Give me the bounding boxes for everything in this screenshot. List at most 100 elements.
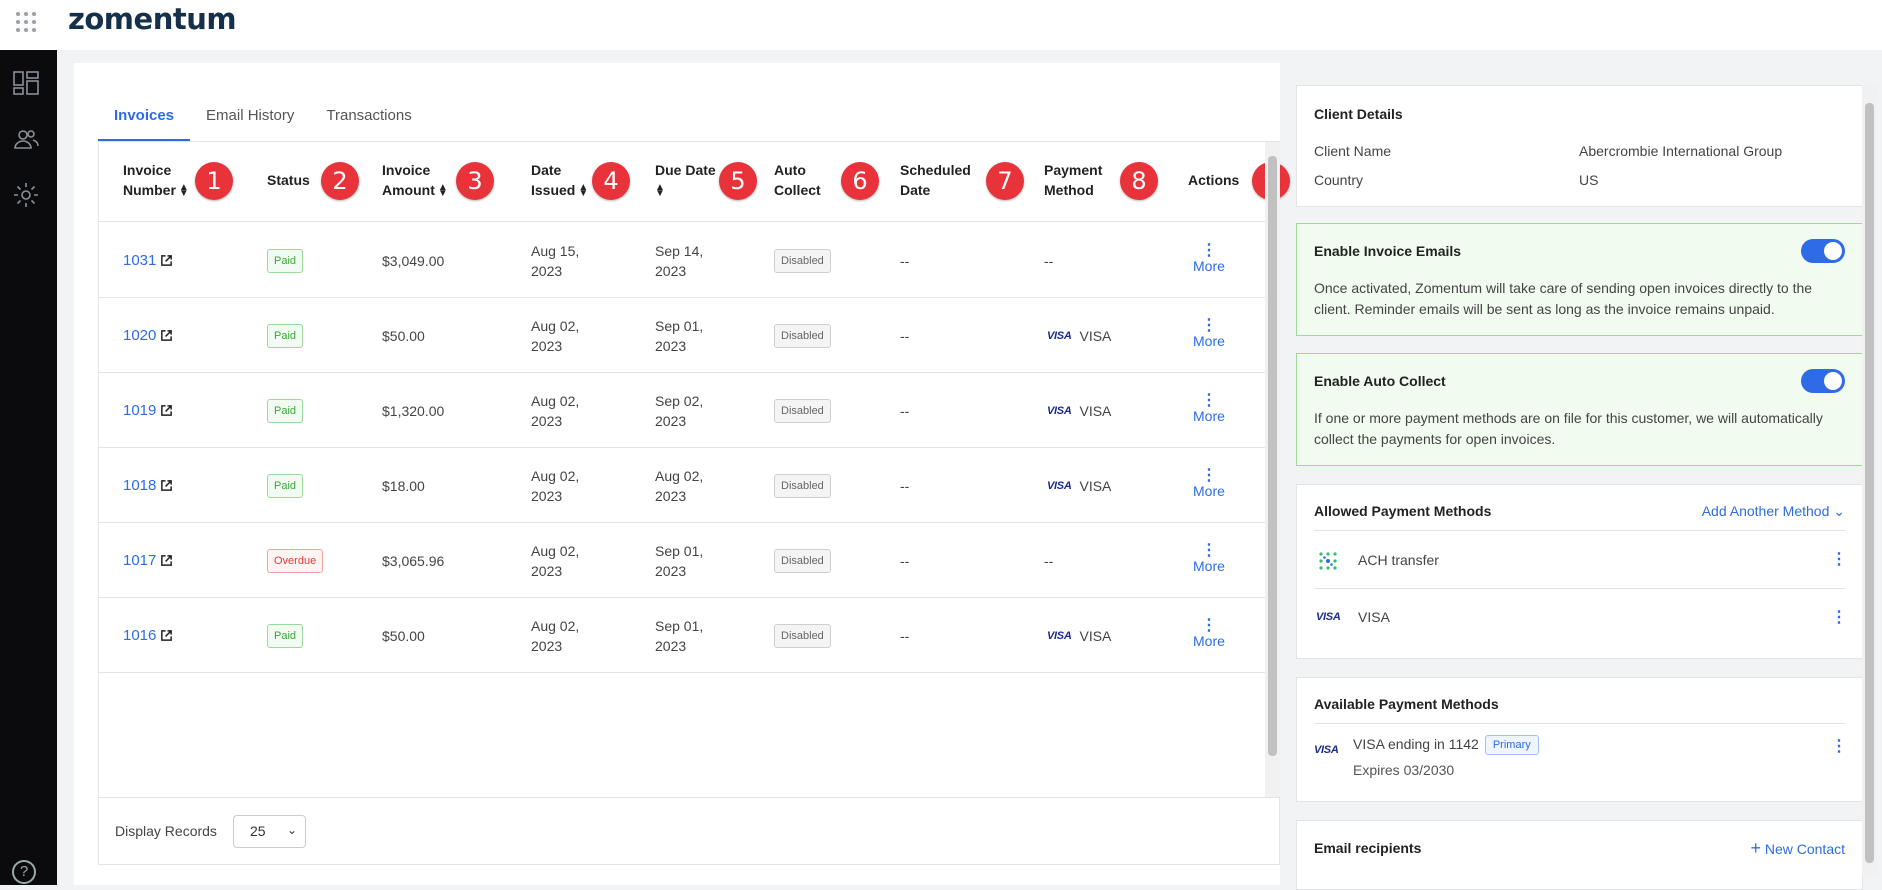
tab-transactions[interactable]: Transactions	[310, 103, 427, 141]
header-invoice-amount[interactable]: Invoice Amount ▲ ▼	[382, 160, 448, 200]
invoice-emails-card: Enable Invoice Emails Once activated, Zo…	[1296, 223, 1863, 336]
tab-email-history[interactable]: Email History	[190, 103, 310, 141]
table-row: 1018 Paid $18.00 Aug 02, 2023 Aug 02, 2023…	[99, 448, 1265, 523]
invoices-table: Invoice Number ▲ ▼ 1 Status 2 Invoice Amount…	[98, 141, 1290, 865]
annotation-badge-2: 2	[321, 162, 359, 200]
annotation-badge-4: 4	[592, 162, 630, 200]
scrollbar-thumb[interactable]	[1268, 156, 1277, 756]
external-link-icon[interactable]	[160, 479, 173, 492]
right-panel-scrollbar[interactable]	[1862, 85, 1877, 875]
invoice-number-link[interactable]: 1017	[123, 551, 156, 571]
external-link-icon[interactable]	[160, 329, 173, 342]
payment-method: VISA VISA	[1047, 627, 1112, 644]
country-label: Country	[1314, 172, 1364, 188]
zomentum-logo[interactable]: zomentum	[68, 2, 237, 36]
kebab-icon: ⋮	[1200, 241, 1217, 259]
date-issued: Aug 15, 2023	[531, 242, 580, 279]
header-date-issued[interactable]: Date Issued ▲ ▼	[531, 160, 588, 200]
card-kebab-icon[interactable]: ⋮	[1831, 739, 1847, 755]
visa-icon: VISA	[1314, 744, 1339, 756]
table-row: 1017 Overdue $3,065.96 Aug 02, 2023 Sep 0…	[99, 523, 1265, 598]
auto-collect-badge: Disabled	[774, 548, 831, 573]
invoice-number-link[interactable]: 1031	[123, 251, 156, 271]
header-invoice-number[interactable]: Invoice Number ▲ ▼	[123, 160, 189, 200]
tab-invoices[interactable]: Invoices	[98, 103, 191, 141]
plus-icon: +	[1750, 838, 1761, 858]
table-header: Invoice Number ▲ ▼ 1 Status 2 Invoice Amount…	[99, 142, 1290, 222]
add-another-method-button[interactable]: Add Another Method ⌄	[1702, 503, 1845, 520]
table-row: 1019 Paid $1,320.00 Aug 02, 2023 Sep 02, 2…	[99, 373, 1265, 448]
payment-method: --	[1044, 552, 1054, 569]
sort-icon[interactable]: ▲ ▼	[438, 183, 448, 199]
status-badge: Overdue	[267, 548, 324, 573]
invoice-amount: $50.00	[382, 627, 425, 644]
due-date: Sep 01, 2023	[655, 617, 704, 654]
date-issued: Aug 02, 2023	[531, 542, 580, 579]
visa-card-label: VISA ending in 1142 Primary	[1353, 735, 1539, 755]
dashboard-icon[interactable]	[12, 69, 40, 97]
apps-grid-icon[interactable]	[14, 10, 38, 34]
chevron-down-icon: ⌄	[286, 823, 297, 837]
annotation-badge-8: 8	[1120, 162, 1158, 200]
client-details-title: Client Details	[1314, 106, 1403, 122]
more-actions-button[interactable]: ⋮ More	[1193, 523, 1225, 598]
scheduled-date: --	[900, 327, 910, 344]
invoice-number-link[interactable]: 1018	[123, 476, 156, 496]
scrollbar-thumb[interactable]	[1865, 103, 1874, 863]
date-issued: Aug 02, 2023	[531, 467, 580, 504]
more-actions-button[interactable]: ⋮ More	[1193, 598, 1225, 673]
divider	[1314, 588, 1845, 589]
invoice-number-link[interactable]: 1020	[123, 326, 156, 346]
help-icon[interactable]: ?	[12, 860, 36, 884]
status-badge: Paid	[267, 398, 304, 423]
payment-method: VISA VISA	[1047, 327, 1112, 344]
external-link-icon[interactable]	[160, 629, 173, 642]
new-contact-button[interactable]: + New Contact	[1750, 838, 1845, 859]
invoice-emails-text: Once activated, Zomentum will take care …	[1314, 280, 1813, 317]
payment-method: VISA VISA	[1047, 402, 1112, 419]
status-badge: Paid	[267, 323, 304, 348]
more-actions-button[interactable]: ⋮ More	[1193, 298, 1225, 373]
available-methods-title: Available Payment Methods	[1314, 696, 1499, 712]
invoice-number-link[interactable]: 1019	[123, 401, 156, 421]
more-actions-button[interactable]: ⋮ More	[1193, 223, 1225, 298]
auto-collect-badge: Disabled	[774, 473, 831, 498]
sort-icon[interactable]: ▲ ▼	[179, 183, 189, 199]
more-actions-button[interactable]: ⋮ More	[1193, 373, 1225, 448]
sort-icon[interactable]: ▲ ▼	[655, 183, 665, 199]
invoice-number-link[interactable]: 1016	[123, 626, 156, 646]
external-link-icon[interactable]	[160, 254, 173, 267]
sort-icon[interactable]: ▲ ▼	[578, 183, 588, 199]
due-date: Sep 14, 2023	[655, 242, 704, 279]
ach-kebab-icon[interactable]: ⋮	[1831, 552, 1847, 568]
left-sidebar: ?	[0, 50, 57, 885]
status-badge: Paid	[267, 623, 304, 648]
table-scrollbar[interactable]	[1265, 142, 1280, 797]
external-link-icon[interactable]	[160, 554, 173, 567]
more-actions-button[interactable]: ⋮ More	[1193, 448, 1225, 523]
header-payment-method: Payment Method	[1044, 162, 1103, 198]
country-value: US	[1579, 172, 1599, 188]
status-badge: Paid	[267, 473, 304, 498]
client-name-value: Abercrombie International Group	[1579, 143, 1783, 159]
table-row: 1016 Paid $50.00 Aug 02, 2023 Sep 01, 2023…	[99, 598, 1265, 673]
tab-bar: Invoices Email History Transactions	[98, 103, 428, 141]
table-row: 1020 Paid $50.00 Aug 02, 2023 Sep 01, 2023…	[99, 298, 1265, 373]
visa-icon: VISA	[1047, 479, 1072, 492]
annotation-badge-1: 1	[195, 162, 233, 200]
invoice-emails-toggle[interactable]	[1801, 239, 1845, 263]
display-records-select[interactable]: 25 ⌄	[233, 815, 306, 848]
status-badge: Paid	[267, 248, 304, 273]
external-link-icon[interactable]	[160, 404, 173, 417]
visa-kebab-icon[interactable]: ⋮	[1831, 610, 1847, 626]
payment-method: VISA VISA	[1047, 477, 1112, 494]
settings-gear-icon[interactable]	[12, 181, 40, 209]
date-issued: Aug 02, 2023	[531, 317, 580, 354]
display-records-label: Display Records	[115, 823, 217, 839]
auto-collect-toggle[interactable]	[1801, 369, 1845, 393]
invoice-amount: $50.00	[382, 327, 425, 344]
users-icon[interactable]	[12, 126, 40, 154]
header-due-date[interactable]: Due Date ▲ ▼	[655, 160, 716, 200]
client-details-card: Client Details Client Name Abercrombie I…	[1296, 85, 1863, 207]
auto-collect-badge: Disabled	[774, 323, 831, 348]
